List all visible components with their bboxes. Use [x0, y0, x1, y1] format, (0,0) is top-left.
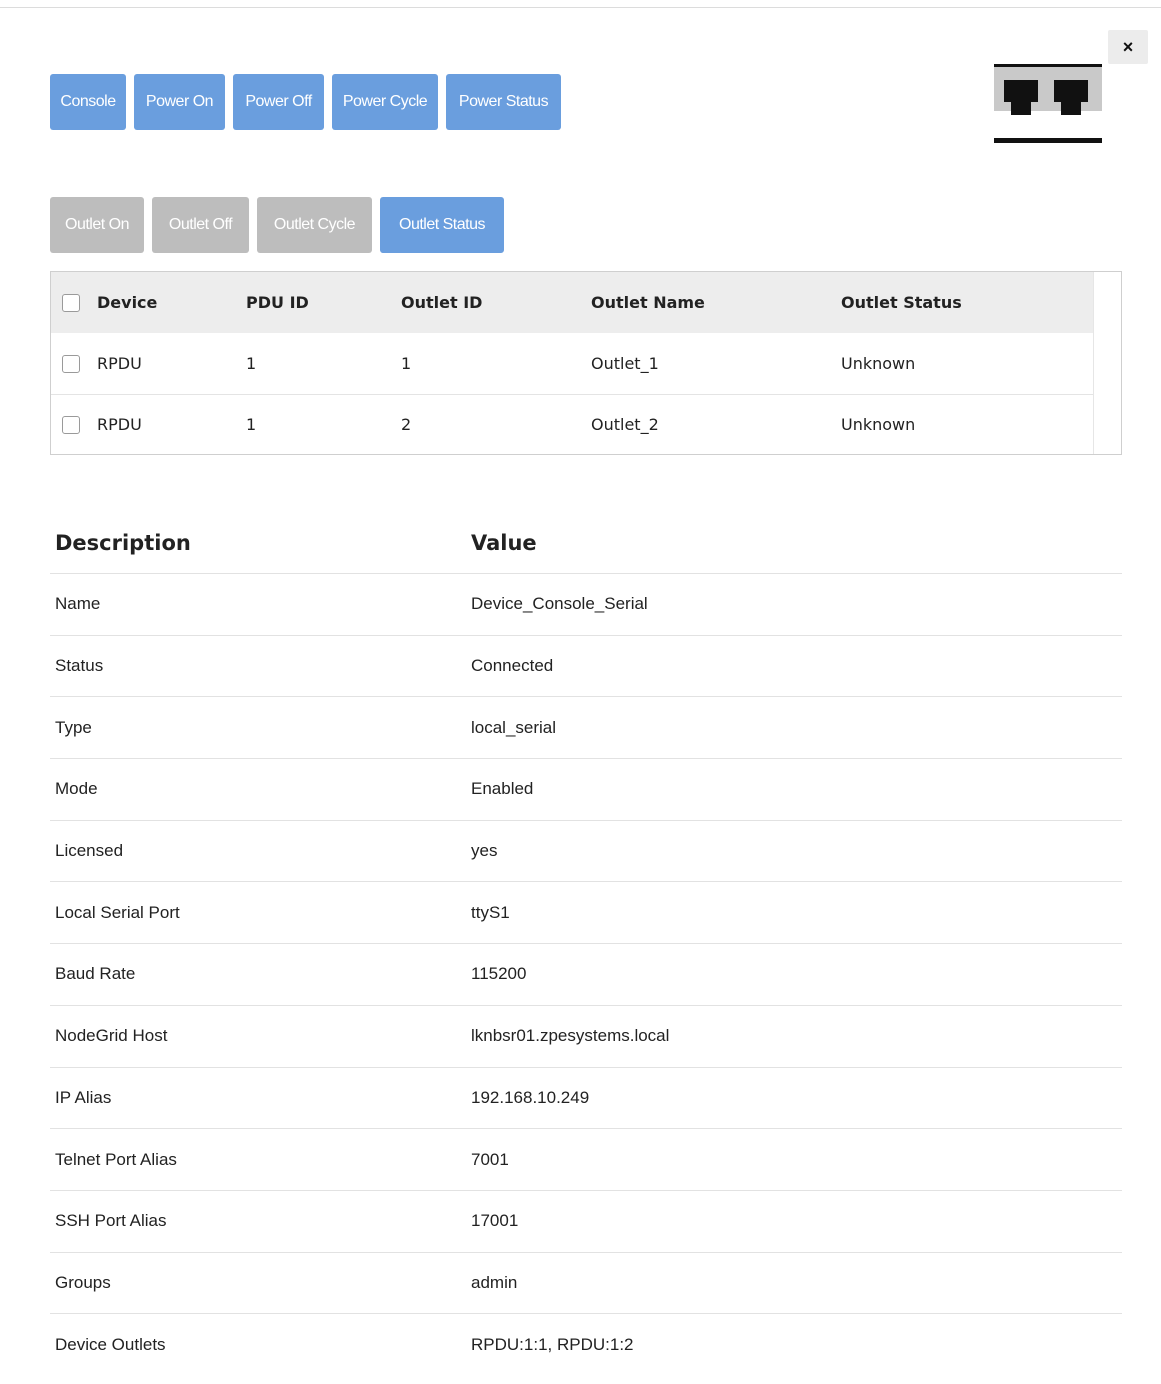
detail-label: Status	[55, 656, 104, 676]
table-header-row: Device PDU ID Outlet ID Outlet Name Outl…	[51, 272, 1095, 333]
row-checkbox[interactable]	[62, 415, 80, 434]
console-button[interactable]: Console	[50, 74, 126, 130]
device-details-table: Description Value Name Device_Console_Se…	[50, 512, 1122, 1376]
detail-row-telnet-port-alias: Telnet Port Alias 7001	[50, 1129, 1122, 1191]
top-divider	[0, 7, 1161, 8]
column-header-outlet-name[interactable]: Outlet Name	[591, 293, 705, 312]
detail-value: yes	[471, 841, 498, 861]
power-cycle-button[interactable]: Power Cycle	[332, 74, 438, 130]
detail-label: NodeGrid Host	[55, 1026, 168, 1046]
table-row[interactable]: RPDU 1 2 Outlet_2 Unknown	[51, 394, 1095, 454]
detail-row-local-serial-port: Local Serial Port ttyS1	[50, 882, 1122, 945]
outlets-table: Device PDU ID Outlet ID Outlet Name Outl…	[50, 271, 1122, 455]
detail-label: Device Outlets	[55, 1335, 166, 1355]
detail-value: 192.168.10.249	[471, 1087, 590, 1107]
detail-value: RPDU:1:1, RPDU:1:2	[471, 1335, 634, 1355]
detail-label: Baud Rate	[55, 964, 136, 984]
detail-row-mode: Mode Enabled	[50, 759, 1122, 821]
column-header-outlet-status[interactable]: Outlet Status	[841, 293, 962, 312]
device-cell: RPDU	[97, 354, 142, 373]
detail-row-ssh-port-alias: SSH Port Alias 17001	[50, 1191, 1122, 1253]
detail-value: Enabled	[471, 779, 534, 799]
details-header-row: Description Value	[50, 512, 1122, 574]
power-button-group: Console Power On Power Off Power Cycle P…	[50, 74, 561, 130]
ethernet-ports-icon	[994, 64, 1102, 143]
table-scrollbar[interactable]	[1093, 272, 1121, 454]
outlet-name-cell: Outlet_1	[591, 354, 659, 373]
detail-label: Groups	[55, 1272, 111, 1292]
outlet-status-button[interactable]: Outlet Status	[380, 197, 504, 253]
detail-value: 17001	[471, 1211, 519, 1231]
pdu-id-cell: 1	[246, 354, 257, 373]
power-status-button[interactable]: Power Status	[446, 74, 561, 130]
pdu-id-cell: 1	[246, 415, 257, 434]
outlet-button-group: Outlet On Outlet Off Outlet Cycle Outlet…	[50, 197, 504, 253]
detail-row-licensed: Licensed yes	[50, 821, 1122, 883]
outlet-on-button[interactable]: Outlet On	[50, 197, 144, 253]
detail-row-ip-alias: IP Alias 192.168.10.249	[50, 1068, 1122, 1130]
detail-label: SSH Port Alias	[55, 1211, 167, 1231]
value-column-header: Value	[471, 530, 537, 555]
outlet-status-cell: Unknown	[841, 354, 916, 373]
row-checkbox[interactable]	[62, 354, 80, 373]
outlet-name-cell: Outlet_2	[591, 415, 659, 434]
detail-row-status: Status Connected	[50, 636, 1122, 698]
detail-row-groups: Groups admin	[50, 1253, 1122, 1315]
detail-row-baud-rate: Baud Rate 115200	[50, 944, 1122, 1006]
detail-row-nodegrid-host: NodeGrid Host lknbsr01.zpesystems.local	[50, 1006, 1122, 1068]
outlet-id-cell: 2	[401, 415, 412, 434]
detail-value: 7001	[471, 1149, 509, 1169]
detail-value: ttyS1	[471, 902, 510, 922]
column-header-device[interactable]: Device	[97, 293, 157, 312]
detail-label: Local Serial Port	[55, 902, 180, 922]
detail-row-type: Type local_serial	[50, 697, 1122, 760]
outlet-off-button[interactable]: Outlet Off	[152, 197, 249, 253]
detail-row-name: Name Device_Console_Serial	[50, 574, 1122, 636]
device-cell: RPDU	[97, 415, 142, 434]
detail-label: Telnet Port Alias	[55, 1149, 177, 1169]
close-button[interactable]: ×	[1108, 30, 1148, 64]
detail-value: lknbsr01.zpesystems.local	[471, 1026, 670, 1046]
detail-value: Device_Console_Serial	[471, 594, 648, 614]
detail-label: IP Alias	[55, 1087, 112, 1107]
detail-label: Name	[55, 594, 101, 614]
detail-label: Licensed	[55, 841, 124, 861]
detail-label: Mode	[55, 779, 98, 799]
detail-row-device-outlets: Device Outlets RPDU:1:1, RPDU:1:2	[50, 1314, 1122, 1376]
detail-value: Connected	[471, 656, 554, 676]
table-row[interactable]: RPDU 1 1 Outlet_1 Unknown	[51, 333, 1095, 395]
description-column-header: Description	[55, 530, 191, 555]
detail-value: local_serial	[471, 717, 557, 737]
outlet-cycle-button[interactable]: Outlet Cycle	[257, 197, 372, 253]
power-on-button[interactable]: Power On	[134, 74, 225, 130]
detail-value: admin	[471, 1272, 518, 1292]
detail-value: 115200	[471, 964, 527, 984]
select-all-checkbox[interactable]	[62, 293, 80, 312]
power-off-button[interactable]: Power Off	[233, 74, 324, 130]
column-header-outlet-id[interactable]: Outlet ID	[401, 293, 482, 312]
outlet-status-cell: Unknown	[841, 415, 916, 434]
outlet-id-cell: 1	[401, 354, 412, 373]
column-header-pdu-id[interactable]: PDU ID	[246, 293, 309, 312]
detail-label: Type	[55, 717, 92, 737]
